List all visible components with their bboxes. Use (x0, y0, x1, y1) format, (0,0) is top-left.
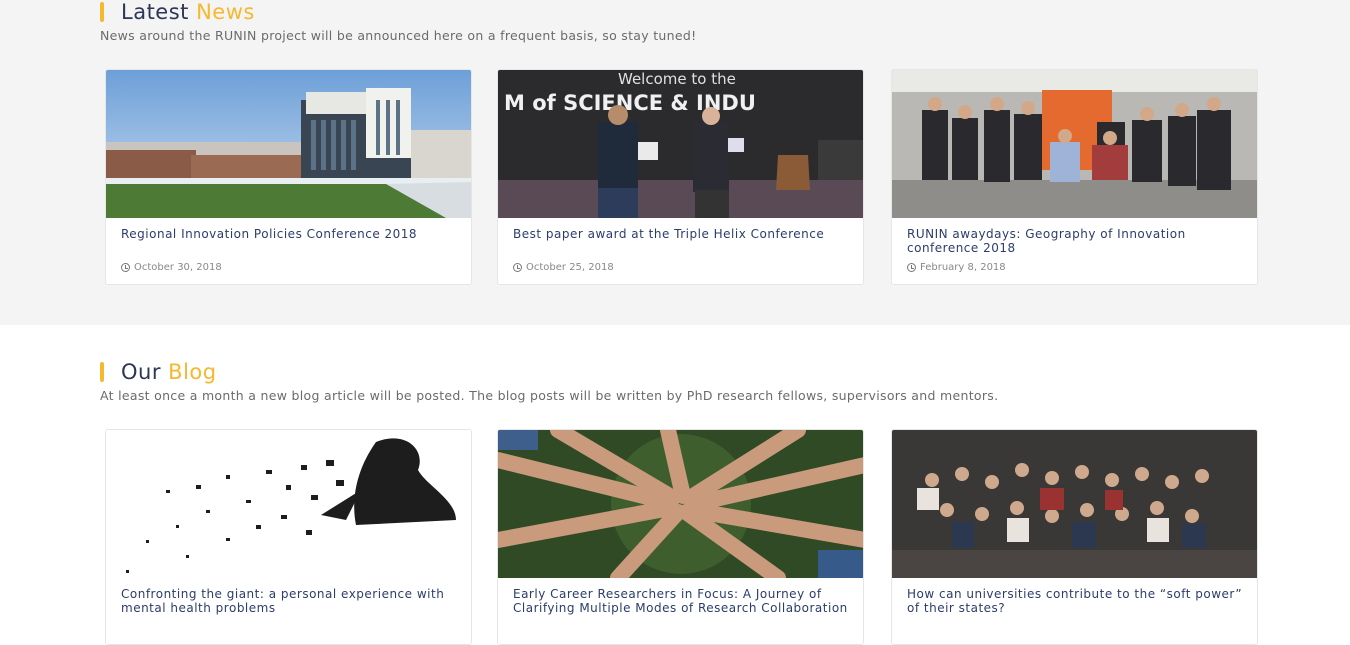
blog-card-title[interactable]: Early Career Researchers in Focus: A Jou… (513, 587, 853, 615)
clock-icon (121, 263, 130, 272)
blog-card[interactable]: Confronting the giant: a personal experi… (105, 429, 472, 645)
our-blog-section: Our Blog At least once a month a new blo… (0, 325, 1350, 645)
blog-image-mental-health[interactable] (106, 430, 471, 578)
news-heading: Latest News (100, 0, 255, 24)
news-image-group[interactable] (892, 70, 1257, 218)
blog-image-hands[interactable] (498, 430, 863, 578)
blog-image-crowd[interactable] (892, 430, 1257, 578)
news-card-date: October 25, 2018 (513, 262, 614, 273)
news-image-building[interactable] (106, 70, 471, 218)
blog-subtitle: At least once a month a new blog article… (100, 388, 999, 403)
clock-icon (513, 263, 522, 272)
news-image-award[interactable]: Welcome to the M of SCIENCE & INDU (498, 70, 863, 218)
news-subtitle: News around the RUNIN project will be an… (100, 28, 697, 43)
clock-icon (907, 263, 916, 272)
news-card-date: February 8, 2018 (907, 262, 1006, 273)
svg-text:Welcome to the: Welcome to the (618, 70, 736, 88)
blog-title: Our Blog (121, 360, 217, 384)
news-card-title[interactable]: Best paper award at the Triple Helix Con… (513, 227, 853, 241)
news-card[interactable]: Regional Innovation Policies Conference … (105, 69, 472, 285)
news-card-date: October 30, 2018 (121, 262, 222, 273)
news-card-title[interactable]: Regional Innovation Policies Conference … (121, 227, 461, 241)
news-card-title[interactable]: RUNIN awaydays: Geography of Innovation … (907, 227, 1247, 255)
blog-card-title[interactable]: Confronting the giant: a personal experi… (121, 587, 461, 615)
latest-news-section: Latest News News around the RUNIN projec… (0, 0, 1350, 325)
news-card[interactable]: RUNIN awaydays: Geography of Innovation … (891, 69, 1258, 285)
blog-card[interactable]: How can universities contribute to the “… (891, 429, 1258, 645)
news-card[interactable]: Welcome to the M of SCIENCE & INDU Best … (497, 69, 864, 285)
heading-accent-bar (100, 362, 104, 382)
blog-card-title[interactable]: How can universities contribute to the “… (907, 587, 1247, 615)
news-title: Latest News (121, 0, 255, 24)
heading-accent-bar (100, 2, 104, 22)
blog-heading: Our Blog (100, 360, 217, 384)
blog-card[interactable]: Early Career Researchers in Focus: A Jou… (497, 429, 864, 645)
